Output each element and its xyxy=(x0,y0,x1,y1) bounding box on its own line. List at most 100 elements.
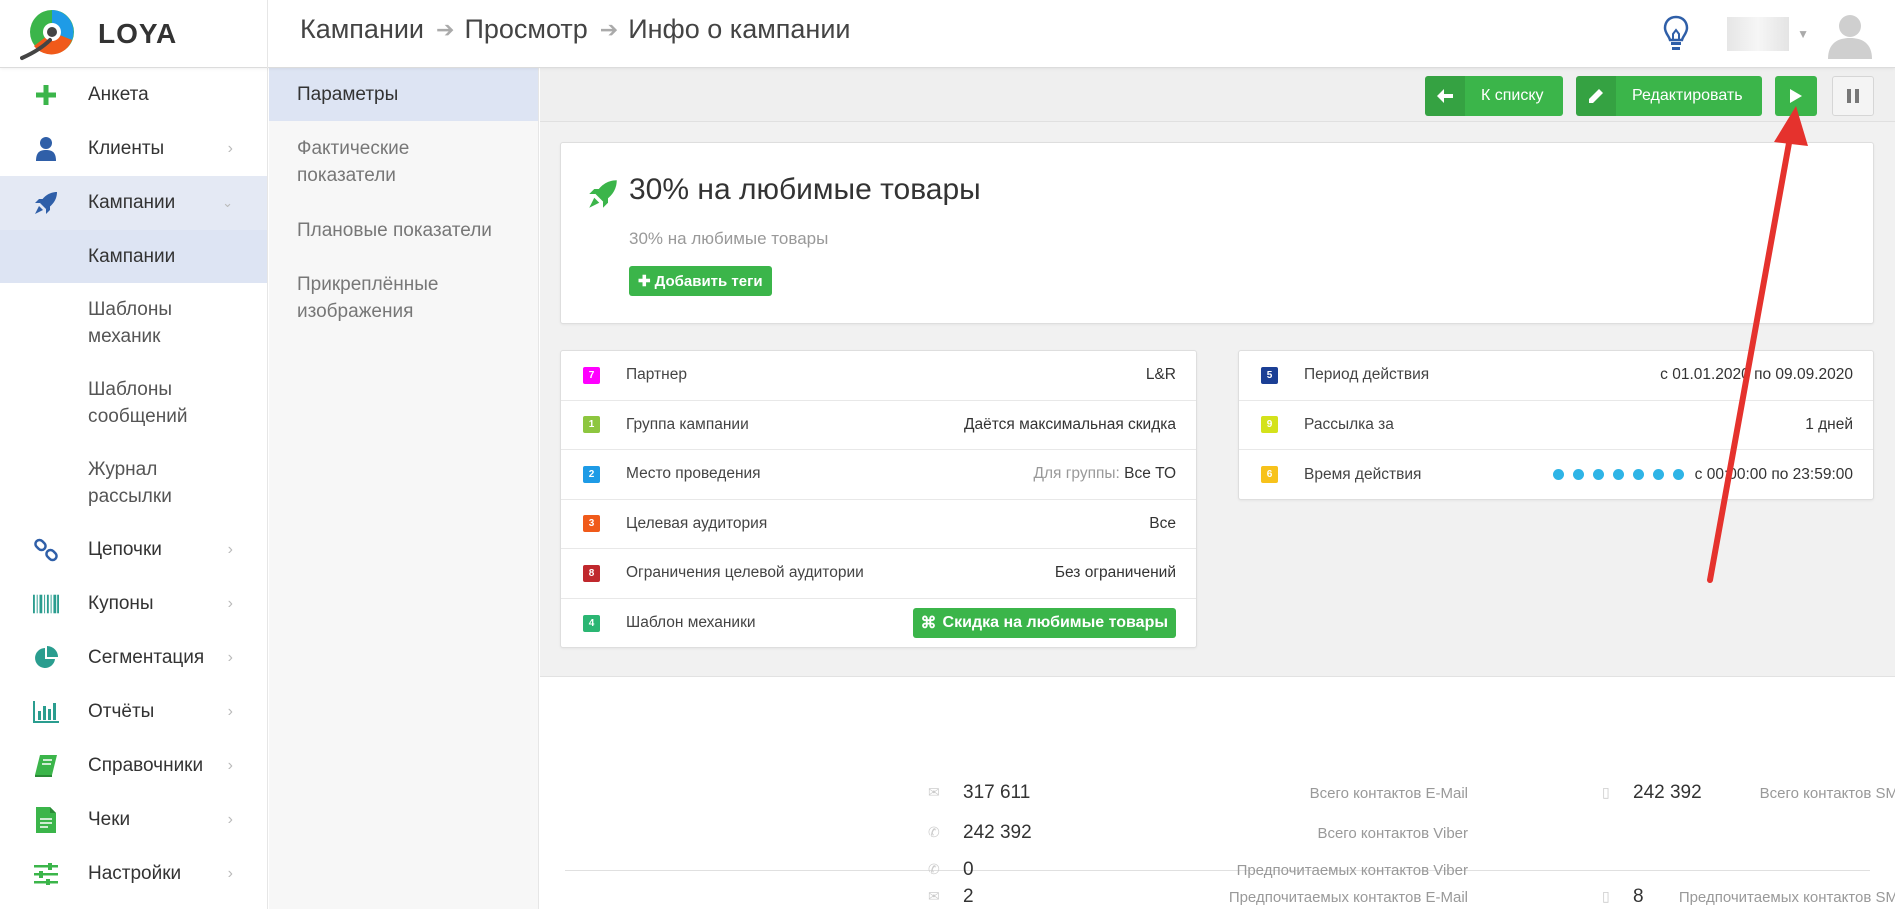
sidebar-item-directories[interactable]: Справочники › xyxy=(0,739,267,793)
param-row-partner: 7 Партнер L&R xyxy=(561,351,1196,401)
barcode-icon xyxy=(33,591,59,617)
mobile-icon: ▯ xyxy=(1602,784,1610,800)
param-badge: 7 xyxy=(583,366,600,384)
receipt-icon xyxy=(33,807,59,833)
tab-parameters[interactable]: Параметры xyxy=(269,68,538,121)
avatar[interactable] xyxy=(1825,9,1875,59)
rocket-icon xyxy=(589,180,617,208)
book-icon xyxy=(33,753,59,779)
sidebar-item-receipts[interactable]: Чеки › xyxy=(0,793,267,847)
main-content: К списку Редактировать 30% на любимые то… xyxy=(540,68,1895,909)
sliders-icon xyxy=(33,861,59,887)
start-button[interactable] xyxy=(1775,76,1817,116)
param-label: Рассылка за xyxy=(1304,415,1394,433)
param-value: с 01.01.2020 по 09.09.2020 xyxy=(1660,366,1853,384)
arrow-right-icon: ➔ xyxy=(599,16,619,42)
param-row-time: 6 Время действия с 00:00:00 по 23:59:00 xyxy=(1239,450,1873,500)
logo[interactable]: LOYA xyxy=(0,0,268,68)
stat-value: 317 611 xyxy=(963,782,1031,803)
logo-icon xyxy=(20,10,74,60)
campaign-header-card: 30% на любимые товары 30% на любимые тов… xyxy=(560,142,1874,324)
breadcrumb-item[interactable]: Кампании xyxy=(300,14,424,45)
rocket-icon xyxy=(33,190,59,216)
tab-label: Фактические показатели xyxy=(297,138,410,186)
campaign-subnav: Параметры Фактические показатели Плановы… xyxy=(269,68,539,909)
param-row-audience-limits: 8 Ограничения целевой аудитории Без огра… xyxy=(561,549,1196,599)
sidebar-item-label: Кампании xyxy=(88,192,176,213)
user-name[interactable] xyxy=(1727,17,1790,51)
sidebar-subitem-mailing-log[interactable]: Журнал рассылки xyxy=(0,443,267,523)
param-value: Без ограничений xyxy=(1054,564,1176,582)
sidebar-item-segmentation[interactable]: Сегментация › xyxy=(0,631,267,685)
stat-value: 242 392 xyxy=(963,822,1032,843)
sidebar-subitem-message-templates[interactable]: Шаблоны сообщений xyxy=(0,363,267,443)
play-icon xyxy=(1790,89,1802,103)
mechanic-template-link[interactable]: ⌘ Скидка на любимые товары xyxy=(912,608,1176,639)
param-badge: 2 xyxy=(583,465,600,483)
sidebar-item-coupons[interactable]: Купоны › xyxy=(0,577,267,631)
stat-value: 8 xyxy=(1633,886,1644,907)
param-row-mailing: 9 Рассылка за 1 дней xyxy=(1239,401,1873,450)
tab-attached-images[interactable]: Прикреплённые изображения xyxy=(269,257,538,339)
edit-label: Редактировать xyxy=(1632,87,1743,104)
sidebar-item-chains[interactable]: Цепочки › xyxy=(0,523,267,577)
campaign-period-card: 5 Период действия с 01.01.2020 по 09.09.… xyxy=(1238,350,1874,500)
param-label: Группа кампании xyxy=(626,415,749,433)
param-value: с 00:00:00 по 23:59:00 xyxy=(1553,466,1853,484)
chevron-down-icon[interactable]: ▼ xyxy=(1797,27,1809,41)
breadcrumb-item[interactable]: Просмотр xyxy=(464,14,587,45)
envelope-icon: ✉ xyxy=(928,888,940,904)
param-label: Период действия xyxy=(1304,366,1430,384)
chevron-down-icon: ⌄ xyxy=(222,195,233,210)
sidebar-item-label: Настройки xyxy=(88,863,182,884)
chevron-right-icon: › xyxy=(227,811,233,828)
stat-label: Предпочитаемых контактов SMS xyxy=(1678,889,1895,906)
param-badge: 8 xyxy=(583,564,600,582)
sidebar-item-reports[interactable]: Отчёты › xyxy=(0,685,267,739)
breadcrumb: Кампании ➔ Просмотр ➔ Инфо о кампании xyxy=(300,14,850,45)
sidebar-item-label: Клиенты xyxy=(88,138,165,159)
campaign-title: 30% на любимые товары xyxy=(629,173,981,206)
param-label: Время действия xyxy=(1304,465,1422,483)
pause-button[interactable] xyxy=(1832,76,1874,116)
sidebar-item-anketa[interactable]: Анкета xyxy=(0,68,267,122)
param-row-period: 5 Период действия с 01.01.2020 по 09.09.… xyxy=(1239,351,1873,401)
tab-planned-metrics[interactable]: Плановые показатели xyxy=(269,203,538,257)
param-badge: 3 xyxy=(583,515,600,533)
sidebar-subitem-campaigns[interactable]: Кампании xyxy=(0,230,267,283)
pause-icon xyxy=(1847,89,1859,103)
plus-icon: ✚ xyxy=(638,273,651,290)
param-value: L&R xyxy=(1145,366,1176,384)
param-badge: 5 xyxy=(1261,366,1278,384)
param-row-audience: 3 Целевая аудитория Все xyxy=(561,500,1196,549)
param-badge: 4 xyxy=(583,614,600,632)
chevron-right-icon: › xyxy=(227,865,233,882)
param-label: Ограничения целевой аудитории xyxy=(626,564,864,582)
param-value: Для группы: Все ТО xyxy=(1034,465,1176,483)
stat-value: 242 392 xyxy=(1633,782,1702,803)
add-tags-button[interactable]: ✚ Добавить теги xyxy=(629,266,772,296)
edit-button[interactable]: Редактировать xyxy=(1576,76,1762,116)
param-label: Целевая аудитория xyxy=(626,514,768,532)
chevron-right-icon: › xyxy=(227,649,233,666)
add-tags-label: Добавить теги xyxy=(654,272,763,290)
chevron-right-icon: › xyxy=(227,703,233,720)
param-value-text: с 00:00:00 по 23:59:00 xyxy=(1694,465,1853,483)
param-value-text: Все ТО xyxy=(1124,465,1176,483)
sidebar-subitem-mechanic-templates[interactable]: Шаблоны механик xyxy=(0,283,267,363)
sidebar-item-settings[interactable]: Настройки › xyxy=(0,847,267,901)
stat-label: Предпочитаемых контактов E-Mail xyxy=(1228,889,1468,906)
sidebar-item-campaigns[interactable]: Кампании ⌄ xyxy=(0,176,267,230)
sidebar-item-clients[interactable]: Клиенты › xyxy=(0,122,267,176)
bar-chart-icon xyxy=(33,699,59,725)
weekday-dots xyxy=(1553,469,1685,481)
param-label: Место проведения xyxy=(626,465,761,483)
back-to-list-button[interactable]: К списку xyxy=(1425,76,1563,116)
param-row-location: 2 Место проведения Для группы: Все ТО xyxy=(561,450,1196,500)
tab-actual-metrics[interactable]: Фактические показатели xyxy=(269,121,538,203)
chevron-right-icon: › xyxy=(227,541,233,558)
campaign-params-card: 7 Партнер L&R 1 Группа кампании Даётся м… xyxy=(560,350,1197,648)
pie-icon xyxy=(33,645,59,671)
toolbar: К списку Редактировать xyxy=(540,68,1895,122)
lightbulb-icon[interactable] xyxy=(1661,14,1691,54)
